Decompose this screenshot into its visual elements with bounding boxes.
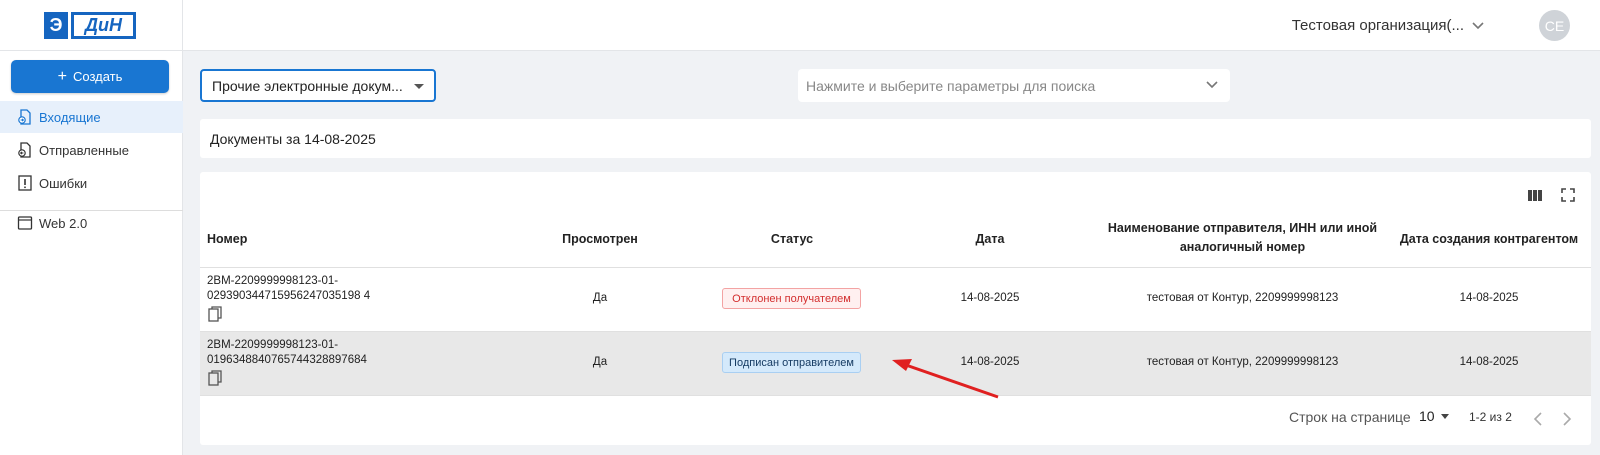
rows-per-page-label: Строк на странице [1289,409,1411,425]
sidebar-item-incoming[interactable]: Входящие [0,101,183,133]
column-header-viewed[interactable]: Просмотрен [530,230,670,249]
chevron-left-icon[interactable] [1533,412,1543,426]
date-value: 14-08-2025 [960,356,1020,368]
number-line-1: 2BM-2209999998123-01- [207,339,339,351]
fullscreen-icon[interactable] [1560,187,1576,203]
avatar[interactable]: CE [1539,10,1570,41]
rows-per-page-value: 10 [1419,408,1435,424]
table-row[interactable]: 2BM-2209999998123-01- 029390344715956247… [200,268,1591,332]
search-placeholder: Нажмите и выберите параметры для поиска [806,77,1096,94]
column-header-status[interactable]: Статус [710,230,874,249]
sidebar: + Создать Входящие Отправленные Ошибки W… [0,51,183,455]
chevron-down-icon [1472,21,1484,29]
column-header-sender[interactable]: Наименование отправителя, ИНН или иной а… [1100,219,1385,257]
viewed-value: Да [592,292,608,304]
copy-icon[interactable] [208,306,222,322]
document-type-select[interactable]: Прочие электронные докум... [200,69,436,102]
documents-table-card: Номер Просмотрен Статус Дата Наименовани… [200,172,1591,445]
incoming-doc-icon [18,109,31,125]
documents-date-title: Документы за 14-08-2025 [200,119,1591,158]
browser-window-icon [17,216,33,230]
chevron-right-icon[interactable] [1562,412,1572,426]
date-value: 14-08-2025 [960,292,1020,304]
table-row[interactable]: 2BM-2209999998123-01- 019634884076574432… [200,332,1591,396]
status-badge: Отклонен получателем [722,288,861,309]
caret-down-icon [1440,413,1449,419]
pagination-range: 1-2 из 2 [1469,410,1512,424]
app-logo[interactable]: Э ДиН [44,12,136,39]
sidebar-item-sent[interactable]: Отправленные [0,134,183,166]
table-header: Номер Просмотрен Статус Дата Наименовани… [200,212,1591,268]
number-line-2: 0196348840765744328897684 [207,354,367,366]
sidebar-item-label: Отправленные [39,142,129,158]
logo-text: ДиН [71,12,136,39]
document-number: 2BM-2209999998123-01- 019634884076574432… [207,338,367,368]
column-header-date[interactable]: Дата [920,230,1060,249]
column-header-number[interactable]: Номер [207,230,247,249]
document-type-value: Прочие электронные докум... [212,77,403,94]
number-line-1: 2BM-2209999998123-01- [207,275,339,287]
search-parameters-input[interactable]: Нажмите и выберите параметры для поиска [798,69,1230,102]
sidebar-item-web20[interactable]: Web 2.0 [0,207,183,239]
status-badge: Подписан отправителем [722,352,861,373]
organization-name: Тестовая организация(... [1291,17,1464,34]
outgoing-doc-icon [18,142,31,158]
created-date-value: 14-08-2025 [1459,356,1519,368]
chevron-down-icon [1206,81,1218,89]
pagination-bar: Строк на странице 10 1-2 из 2 [200,397,1591,437]
rows-per-page-select[interactable]: 10 [1419,408,1449,424]
document-number: 2BM-2209999998123-01- 029390344715956247… [207,274,370,304]
plus-icon: + [57,67,67,85]
copy-icon[interactable] [208,370,222,386]
top-bar: Э ДиН Тестовая организация(... CE [0,0,1600,51]
number-line-2: 029390344715956247035198 4 [207,290,371,302]
caret-down-icon [414,84,424,89]
sidebar-item-label: Входящие [39,109,101,125]
logo-area: Э ДиН [0,0,183,51]
column-header-created[interactable]: Дата создания контрагентом [1393,230,1585,249]
organization-selector[interactable]: Тестовая организация(... [1292,17,1484,34]
sender-value: тестовая от Контур, 2209999998123 [1146,356,1339,368]
columns-icon[interactable] [1527,187,1543,203]
error-doc-icon [18,175,32,191]
created-date-value: 14-08-2025 [1459,292,1519,304]
create-button[interactable]: + Создать [11,60,169,93]
create-button-label: Создать [72,69,123,84]
sidebar-item-errors[interactable]: Ошибки [0,167,183,199]
logo-letter: Э [44,12,68,39]
sender-value: тестовая от Контур, 2209999998123 [1146,292,1339,304]
sidebar-item-label: Web 2.0 [39,215,88,231]
sidebar-item-label: Ошибки [39,175,88,191]
viewed-value: Да [592,356,608,368]
